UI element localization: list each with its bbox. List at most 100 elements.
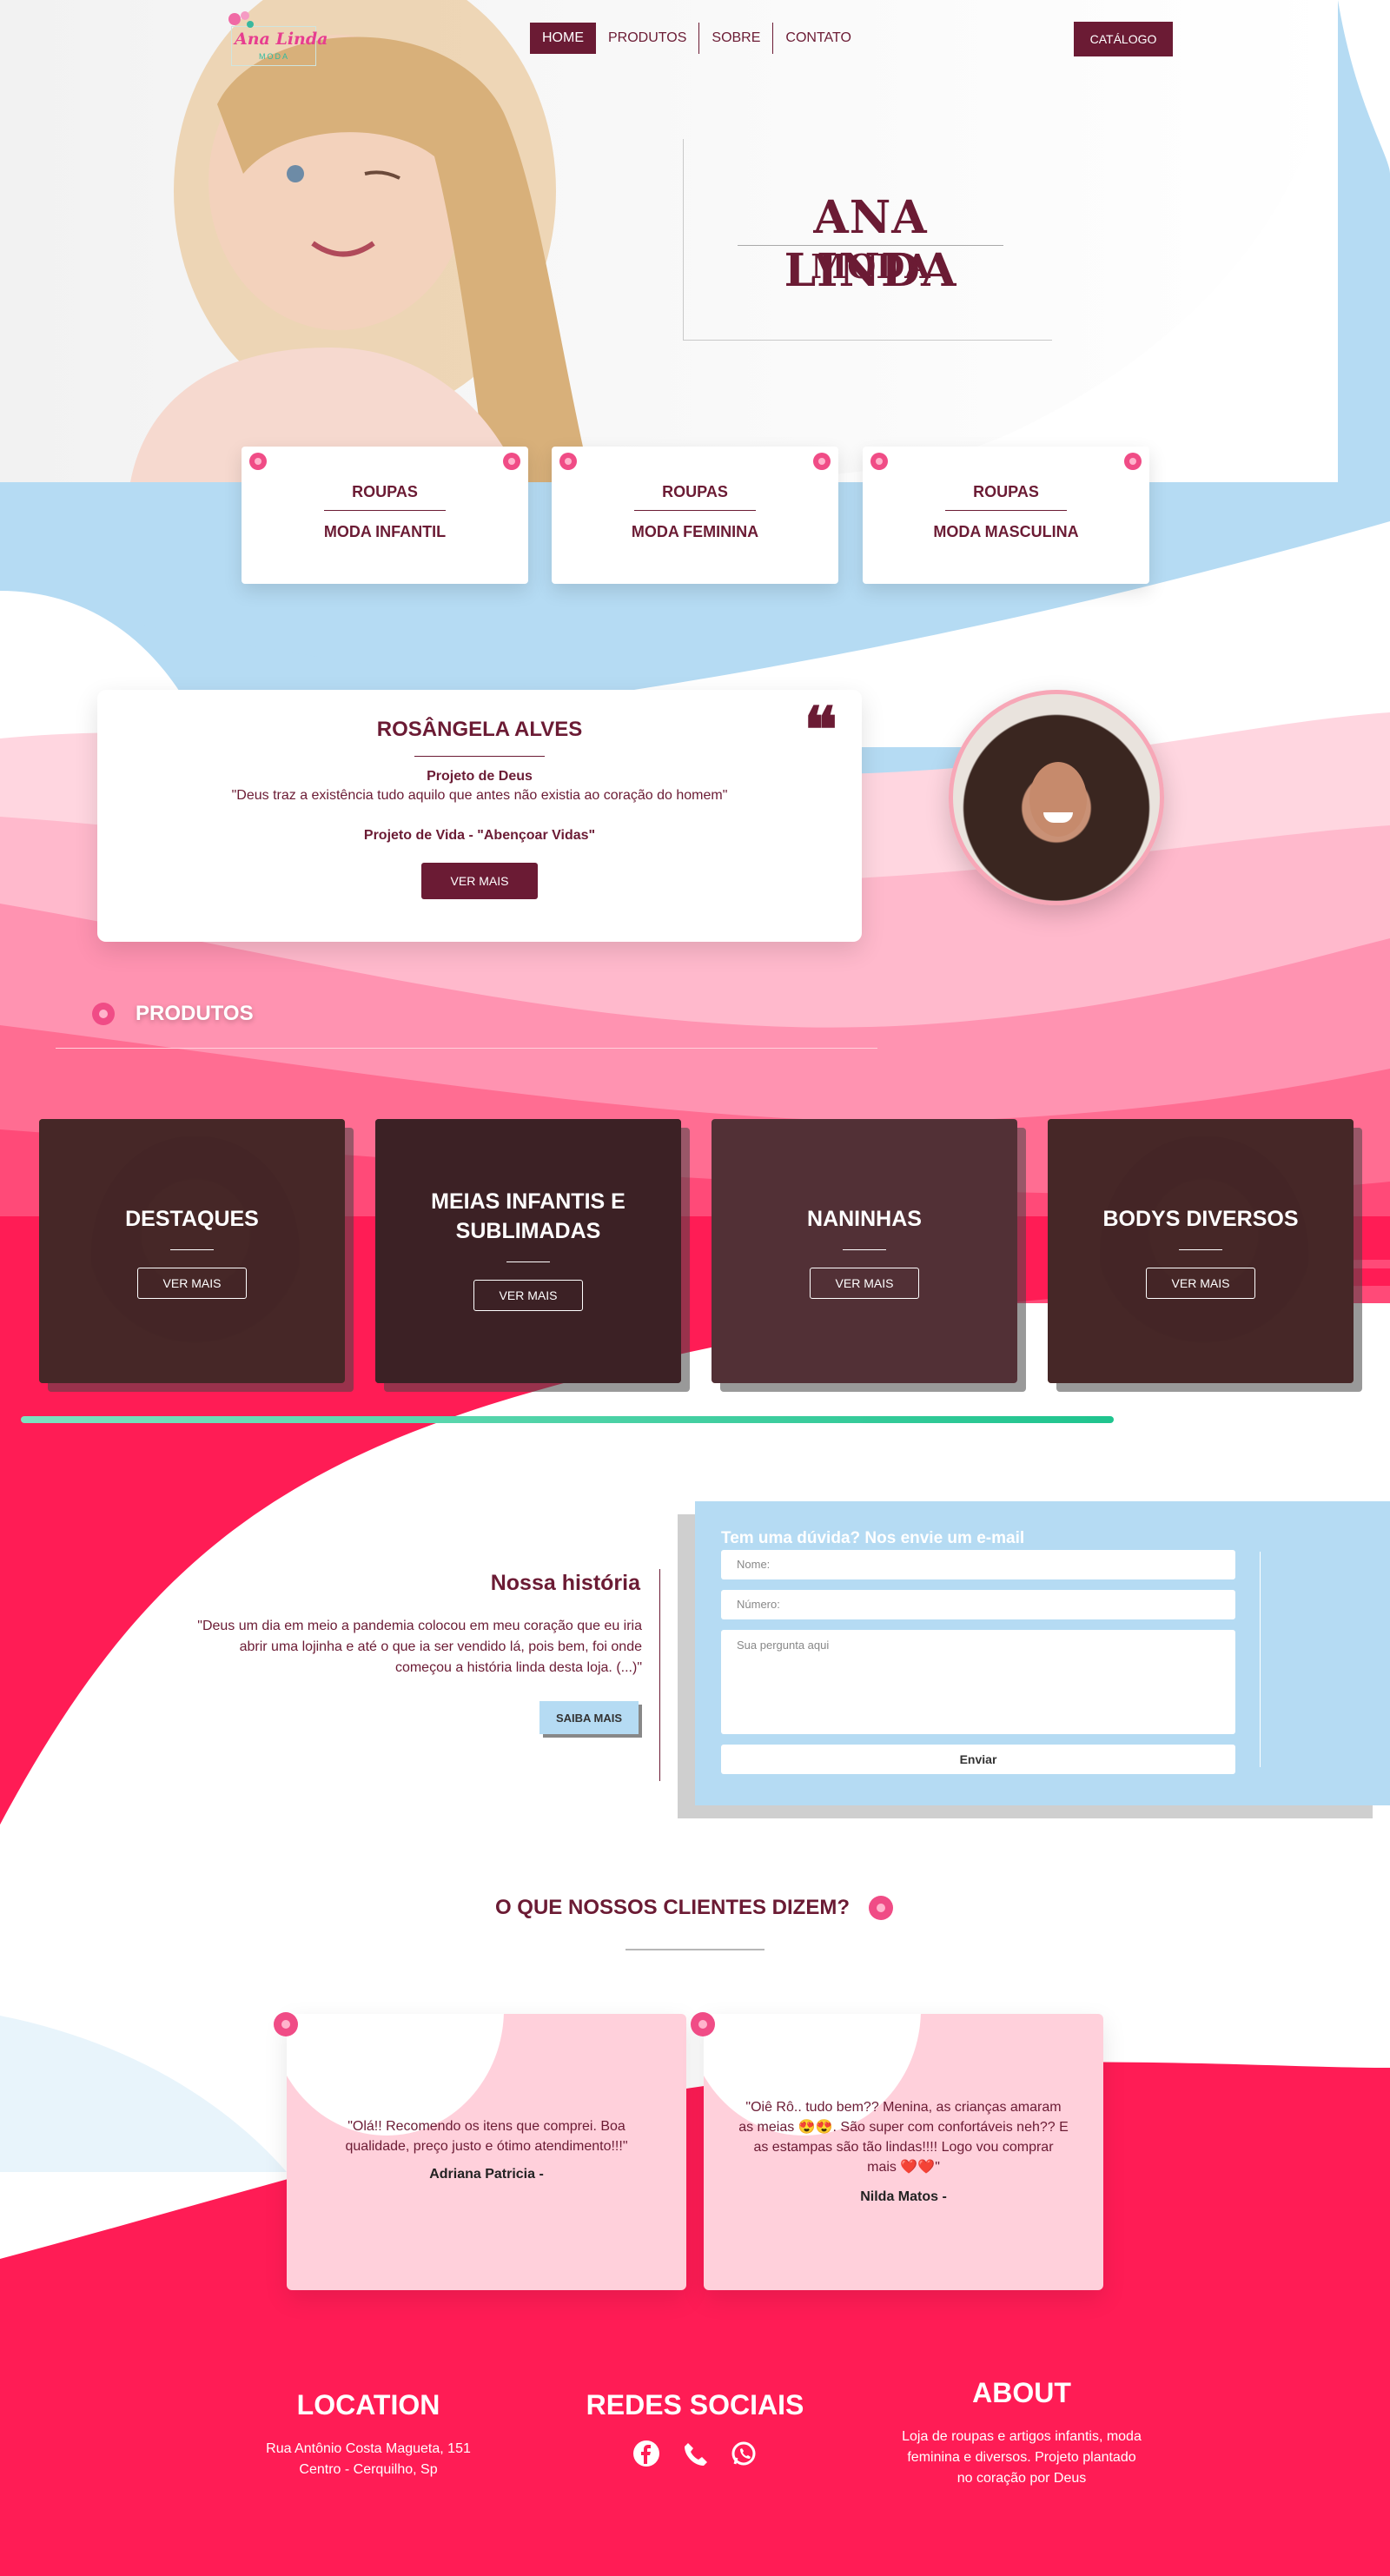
testimonial-card: "Oiê Rô.. tudo bem?? Menina, as crianças… [704, 2014, 1103, 2290]
hero-subtitle: MODA [811, 247, 930, 286]
hero-title-box: ANA LINDA MODA [683, 139, 1052, 341]
quote-icon: ❝ [804, 692, 837, 766]
founder-vida: Projeto de Vida - "Abençoar Vidas" [363, 828, 596, 843]
footer-location-title: LOCATION [296, 2389, 440, 2420]
flower-icon [559, 453, 577, 470]
founder-project: Projeto de Deus [427, 769, 533, 784]
footer-about-title: ABOUT [972, 2377, 1071, 2408]
contact-form: Tem uma dúvida? Nos envie um e-mail Nome… [695, 1501, 1390, 1805]
form-inner: Tem uma dúvida? Nos envie um e-mail Nome… [721, 1529, 1260, 1774]
product-content: MEIAS INFANTIS E SUBLIMADAS VER MAIS [375, 1187, 681, 1311]
product-divider [1179, 1249, 1222, 1250]
category-card-infantil[interactable]: ROUPAS MODA INFANTIL [242, 447, 528, 584]
question-field[interactable]: Sua pergunta aqui [721, 1630, 1235, 1734]
footer-social-title: REDES SOCIAIS [586, 2389, 804, 2420]
nav-produtos[interactable]: PRODUTOS [596, 23, 698, 54]
product-content: DESTAQUES VER MAIS [39, 1204, 345, 1299]
founder-divider [414, 756, 545, 757]
category-kicker: ROUPAS [973, 483, 1039, 500]
send-button[interactable]: Enviar [721, 1745, 1235, 1774]
founder-card: ❝ ROSÂNGELA ALVES Projeto de Deus "Deus … [97, 690, 862, 942]
phone-icon[interactable] [680, 2439, 710, 2468]
flower-icon [869, 1896, 894, 1920]
flower-icon [249, 453, 267, 470]
nav-home[interactable]: HOME [530, 23, 596, 54]
testimonials-title-wrap: O QUE NOSSOS CLIENTES DIZEM? [495, 1894, 895, 1922]
logo-text: Ana Linda [235, 30, 328, 49]
product-title: BODYS DIVERSOS [1102, 1207, 1299, 1231]
testimonial-author: Adriana Patricia - [429, 2167, 544, 2182]
flower-icon [503, 453, 520, 470]
flower-icon [92, 1003, 115, 1025]
category-name: MODA MASCULINA [933, 523, 1079, 540]
product-title: DESTAQUES [125, 1207, 259, 1231]
testimonial-card: "Olá!! Recomendo os itens que comprei. B… [287, 2014, 686, 2290]
founder-name: ROSÂNGELA ALVES [376, 718, 583, 741]
founder-quote: "Deus traz a existência tudo aquilo que … [231, 788, 728, 803]
category-divider [945, 510, 1067, 511]
testimonials-heading: O QUE NOSSOS CLIENTES DIZEM? [0, 1894, 1390, 1922]
history-title: Nossa história [490, 1571, 640, 1595]
facebook-icon[interactable] [632, 2439, 661, 2468]
carousel-progress-bar[interactable] [21, 1416, 1114, 1423]
category-card-masculina[interactable]: ROUPAS MODA MASCULINA [863, 447, 1149, 584]
product-card-meias[interactable]: MEIAS INFANTIS E SUBLIMADAS VER MAIS [375, 1119, 681, 1383]
category-card-feminina[interactable]: ROUPAS MODA FEMININA [552, 447, 838, 584]
number-field[interactable]: Número: [721, 1590, 1235, 1619]
product-content: BODYS DIVERSOS VER MAIS [1048, 1204, 1354, 1299]
flower-icon [870, 453, 888, 470]
product-card-bodys[interactable]: BODYS DIVERSOS VER MAIS [1048, 1119, 1354, 1383]
avatar-face [1029, 762, 1087, 837]
category-kicker: ROUPAS [662, 483, 728, 500]
products-heading: PRODUTOS [90, 1001, 254, 1027]
flower-icon [274, 2012, 298, 2036]
footer-address-1: Rua Antônio Costa Magueta, 151 [266, 2441, 471, 2456]
footer-location: LOCATION Rua Antônio Costa Magueta, 151 … [195, 2389, 542, 2480]
history-section: Nossa história "Deus um dia em meio a pa… [196, 1569, 660, 1781]
founder-avatar [949, 690, 1164, 905]
hero-girl-image [130, 0, 591, 482]
product-card-destaques[interactable]: DESTAQUES VER MAIS [39, 1119, 345, 1383]
logo[interactable]: Ana Linda MODA [219, 7, 328, 70]
product-divider [170, 1249, 214, 1250]
product-more-button[interactable]: VER MAIS [810, 1268, 919, 1299]
products-title: PRODUTOS [136, 1002, 254, 1025]
product-more-button[interactable]: VER MAIS [473, 1280, 583, 1311]
product-more-button[interactable]: VER MAIS [137, 1268, 247, 1299]
product-divider [843, 1249, 886, 1250]
form-divider [1260, 1552, 1261, 1767]
product-more-button[interactable]: VER MAIS [1146, 1268, 1255, 1299]
flower-icon [1124, 453, 1142, 470]
name-field[interactable]: Nome: [721, 1550, 1235, 1579]
form-title: Tem uma dúvida? Nos envie um e-mail [721, 1529, 1025, 1547]
products-divider [56, 1048, 877, 1049]
history-text: "Deus um dia em meio a pandemia colocou … [197, 1619, 642, 1675]
category-divider [324, 510, 446, 511]
catalog-button[interactable]: CATÁLOGO [1074, 22, 1173, 56]
footer-address-2: Centro - Cerquilho, Sp [299, 2462, 438, 2477]
flower-icon [691, 2012, 715, 2036]
footer-about: ABOUT Loja de roupas e artigos infantis,… [848, 2377, 1195, 2489]
nav-sobre[interactable]: SOBRE [698, 23, 772, 54]
category-name: MODA INFANTIL [323, 523, 447, 540]
nav-contato[interactable]: CONTATO [772, 23, 864, 54]
logo-subtext: MODA [259, 52, 289, 61]
testimonials-title: O QUE NOSSOS CLIENTES DIZEM? [494, 1896, 851, 1919]
testimonial-quote: "Oiê Rô.. tudo bem?? Menina, as crianças… [738, 2100, 1069, 2175]
footer-social: REDES SOCIAIS [521, 2389, 869, 2468]
whatsapp-icon[interactable] [729, 2439, 758, 2468]
product-title: MEIAS INFANTIS E SUBLIMADAS [431, 1189, 626, 1243]
category-name: MODA FEMININA [631, 523, 759, 540]
founder-more-button[interactable]: VER MAIS [421, 863, 538, 899]
testimonial-author: Nilda Matos - [860, 2189, 947, 2204]
testimonial-quote: "Olá!! Recomendo os itens que comprei. B… [345, 2119, 628, 2154]
testimonials-divider [626, 1949, 764, 1950]
product-card-naninhas[interactable]: NANINHAS VER MAIS [712, 1119, 1017, 1383]
product-content: NANINHAS VER MAIS [712, 1204, 1017, 1299]
history-more-button[interactable]: SAIBA MAIS [539, 1701, 639, 1734]
flower-icon [813, 453, 831, 470]
product-title: NANINHAS [807, 1207, 922, 1231]
social-icons [521, 2439, 869, 2468]
category-kicker: ROUPAS [352, 483, 418, 500]
category-divider [634, 510, 756, 511]
